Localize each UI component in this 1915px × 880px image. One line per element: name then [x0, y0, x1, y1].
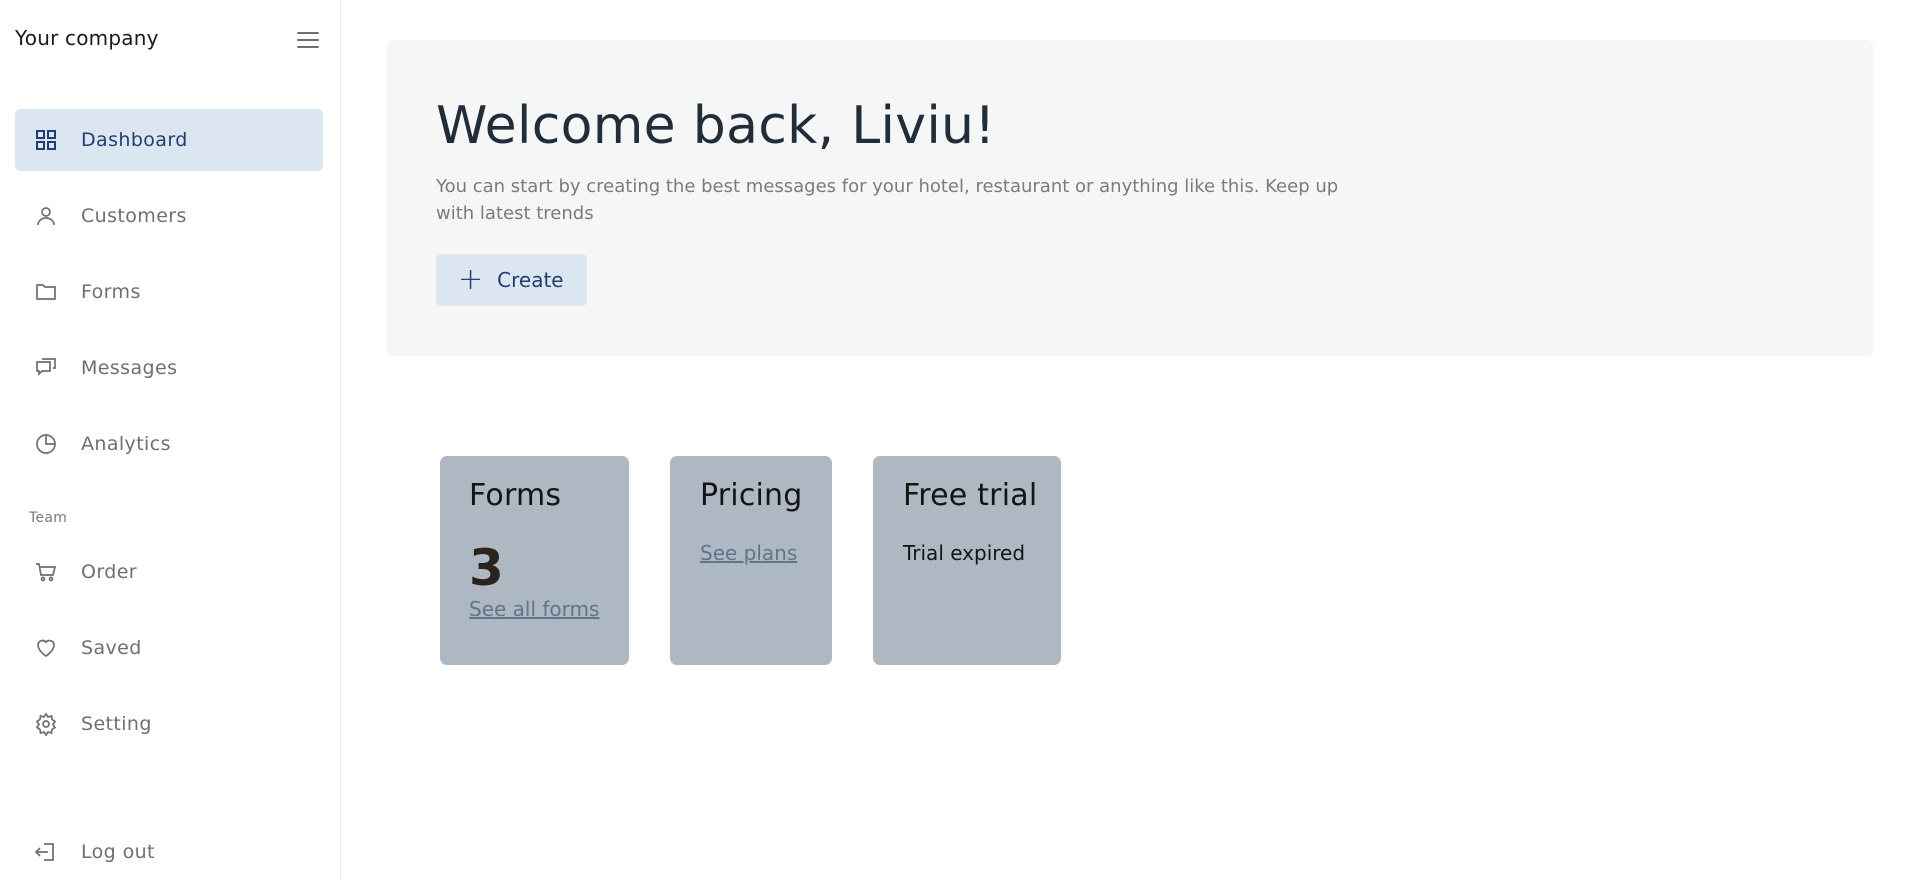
- sidebar-item-label: Messages: [81, 357, 178, 379]
- sidebar-item-label: Saved: [81, 637, 142, 659]
- sidebar-item-label: Setting: [81, 713, 152, 735]
- sidebar-item-dashboard[interactable]: Dashboard: [15, 109, 323, 171]
- forms-card: Forms 3 See all forms: [440, 456, 629, 665]
- welcome-banner: Welcome back, Liviu! You can start by cr…: [387, 40, 1873, 356]
- sidebar-item-label: Order: [81, 561, 137, 583]
- sidebar-item-messages[interactable]: Messages: [15, 337, 323, 399]
- sidebar-item-setting[interactable]: Setting: [15, 693, 323, 755]
- logout-label: Log out: [81, 841, 155, 863]
- see-all-forms-link[interactable]: See all forms: [469, 597, 599, 621]
- sidebar-item-analytics[interactable]: Analytics: [15, 413, 323, 475]
- pie-chart-icon: [33, 431, 59, 457]
- create-button[interactable]: + Create: [436, 254, 587, 306]
- free-trial-card: Free trial Trial expired: [873, 456, 1061, 665]
- folder-icon: [33, 279, 59, 305]
- page-title: Welcome back, Liviu!: [436, 96, 996, 156]
- cart-icon: [33, 559, 59, 585]
- sidebar-item-label: Forms: [81, 281, 141, 303]
- forms-card-title: Forms: [469, 478, 562, 513]
- user-icon: [33, 203, 59, 229]
- forms-count: 3: [469, 539, 504, 597]
- plus-icon: +: [458, 262, 484, 297]
- logout-button[interactable]: Log out: [15, 821, 323, 880]
- sidebar: Your company Dashboard Customers Forms M…: [0, 0, 341, 880]
- sidebar-item-saved[interactable]: Saved: [15, 617, 323, 679]
- hamburger-menu-icon[interactable]: [297, 30, 319, 50]
- trial-status: Trial expired: [903, 541, 1026, 565]
- sidebar-item-label: Customers: [81, 205, 187, 227]
- sidebar-item-label: Analytics: [81, 433, 171, 455]
- create-button-label: Create: [497, 268, 564, 292]
- see-plans-link[interactable]: See plans: [700, 541, 797, 565]
- sidebar-item-order[interactable]: Order: [15, 541, 323, 603]
- heart-icon: [33, 635, 59, 661]
- chat-icon: [33, 355, 59, 381]
- pricing-card: Pricing See plans: [670, 456, 832, 665]
- pricing-card-title: Pricing: [700, 478, 803, 513]
- dashboard-icon: [33, 127, 59, 153]
- team-section-label: Team: [29, 510, 68, 526]
- welcome-description: You can start by creating the best messa…: [436, 176, 1339, 224]
- brand-name: Your company: [15, 26, 159, 50]
- sidebar-item-label: Dashboard: [81, 129, 188, 151]
- sidebar-item-forms[interactable]: Forms: [15, 261, 323, 323]
- logout-icon: [33, 839, 59, 865]
- gear-icon: [33, 711, 59, 737]
- free-trial-card-title: Free trial: [903, 478, 1038, 513]
- sidebar-item-customers[interactable]: Customers: [15, 185, 323, 247]
